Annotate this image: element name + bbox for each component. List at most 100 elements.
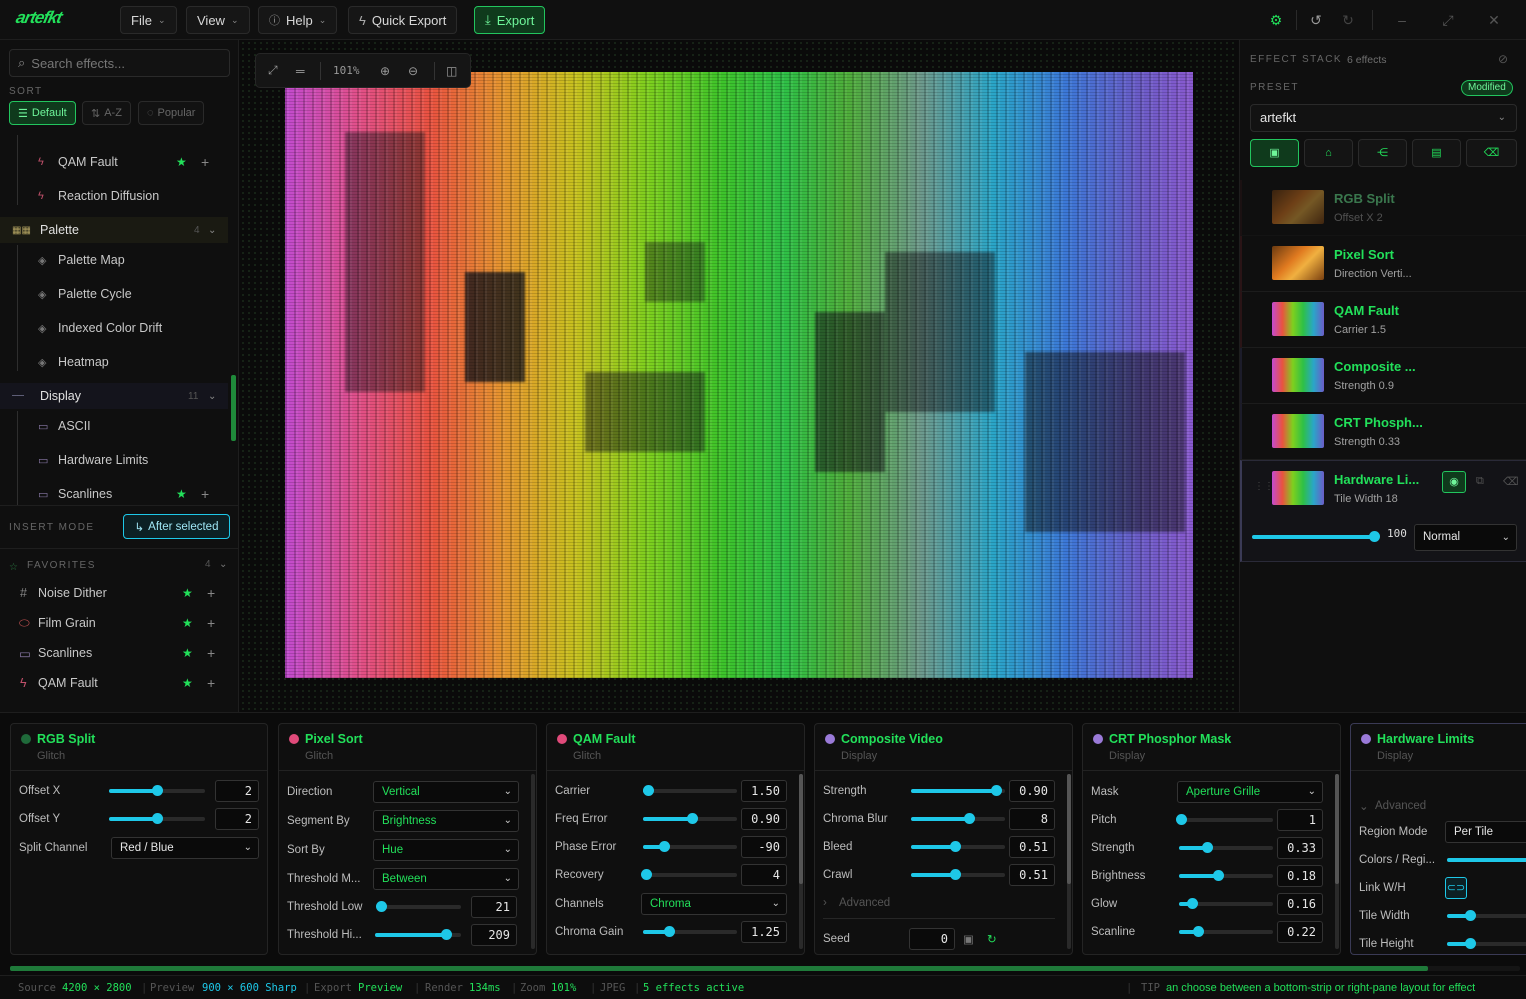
menu-view[interactable]: View ⌄ — [186, 6, 250, 34]
share-preset-button[interactable]: ⋲ — [1358, 139, 1407, 167]
add-effect-icon[interactable]: + — [207, 675, 215, 691]
split-view-icon[interactable]: ◫ — [446, 64, 457, 78]
phase-error-slider[interactable] — [643, 841, 737, 852]
threshold-low-slider[interactable] — [376, 901, 461, 912]
stack-item-pixel-sort[interactable]: Pixel Sort Direction Verti... — [1240, 236, 1526, 292]
save-preset-button[interactable]: ▣ — [1250, 139, 1299, 167]
stack-item-rgb-split[interactable]: RGB Split Offset X 2 — [1240, 180, 1526, 236]
tree-item-scanlines[interactable]: ▭ Scanlines ★ + — [0, 479, 228, 505]
pitch-slider[interactable] — [1175, 814, 1273, 825]
preview-image[interactable] — [285, 72, 1193, 678]
split-channel-select[interactable]: Red / Blue ⌄ — [111, 837, 259, 859]
freq-error-slider[interactable] — [643, 813, 737, 824]
favorite-star-icon[interactable]: ★ — [182, 616, 193, 630]
panel-scrollbar[interactable] — [531, 774, 535, 949]
glow-slider[interactable] — [1179, 898, 1273, 909]
crt-strength-slider[interactable] — [1179, 842, 1273, 853]
add-effect-icon[interactable]: + — [207, 615, 215, 631]
tree-item-palette-cycle[interactable]: ◈ Palette Cycle — [0, 279, 228, 309]
favorite-scanlines[interactable]: ▭ Scanlines ★ + — [0, 638, 230, 668]
add-effect-icon[interactable]: + — [207, 645, 215, 661]
crt-strength-input[interactable]: 0.33 — [1277, 837, 1323, 859]
offset-y-input[interactable]: 2 — [215, 808, 259, 830]
threshold-low-input[interactable]: 21 — [471, 896, 517, 918]
sort-popular-button[interactable]: ◌ Popular — [138, 101, 205, 125]
favorite-film-grain[interactable]: ⬭ Film Grain ★ + — [0, 608, 230, 638]
crawl-slider[interactable] — [911, 869, 1005, 880]
opacity-slider[interactable] — [1252, 531, 1380, 542]
minimize-icon[interactable]: – — [1392, 10, 1412, 30]
trash-icon[interactable]: ⌫ — [1503, 475, 1519, 488]
refresh-icon[interactable]: ↻ — [987, 932, 997, 946]
bookmark-preset-button[interactable]: ⌂ — [1304, 139, 1353, 167]
bleed-input[interactable]: 0.51 — [1009, 836, 1055, 858]
quick-export-button[interactable]: ϟ Quick Export — [348, 6, 458, 34]
advanced-toggle[interactable]: › Advanced — [823, 891, 1072, 915]
favorite-star-icon[interactable]: ★ — [182, 646, 193, 660]
paste-preset-button[interactable]: ▤ — [1412, 139, 1461, 167]
threshold-mode-select[interactable]: Between ⌄ — [373, 868, 519, 890]
strength-slider[interactable] — [911, 785, 1005, 796]
panel-scrollbar[interactable] — [1335, 774, 1339, 949]
threshold-high-input[interactable]: 209 — [471, 924, 517, 946]
tree-item-qam-fault[interactable]: ϟ QAM Fault ★ + — [0, 147, 228, 177]
delete-preset-button[interactable]: ⌫ — [1466, 139, 1517, 167]
colors-region-slider[interactable] — [1447, 858, 1526, 862]
phase-error-input[interactable]: -90 — [741, 836, 787, 858]
tree-item-heatmap[interactable]: ◈ Heatmap — [0, 347, 228, 377]
blend-mode-select[interactable]: Normal ⌄ — [1414, 524, 1517, 551]
panel-scrollbar[interactable] — [799, 774, 803, 949]
recovery-input[interactable]: 4 — [741, 864, 787, 886]
bleed-slider[interactable] — [911, 841, 1005, 852]
scanline-slider[interactable] — [1179, 926, 1273, 937]
scanline-input[interactable]: 0.22 — [1277, 921, 1323, 943]
favorite-star-icon[interactable]: ★ — [182, 676, 193, 690]
add-effect-icon[interactable]: + — [207, 585, 215, 601]
maximize-icon[interactable]: ⤢ — [1438, 10, 1458, 30]
category-display[interactable]: ┄┄ Display 11 ⌄ — [0, 383, 228, 409]
search-input[interactable]: ⌕ Search effects... — [9, 49, 230, 77]
stack-item-qam-fault[interactable]: QAM Fault Carrier 1.5 — [1240, 292, 1526, 348]
favorite-noise-dither[interactable]: # Noise Dither ★ + — [0, 578, 230, 608]
glow-input[interactable]: 0.16 — [1277, 893, 1323, 915]
zoom-in-icon[interactable]: ⊕ — [380, 64, 390, 78]
fit-screen-icon[interactable]: ⤢ — [268, 63, 278, 78]
visibility-toggle[interactable]: ◉ — [1442, 471, 1466, 493]
offset-x-input[interactable]: 2 — [215, 780, 259, 802]
sort-default-button[interactable]: ☰ Default — [9, 101, 76, 125]
stack-item-composite-video[interactable]: Composite ... Strength 0.9 — [1240, 348, 1526, 404]
add-effect-icon[interactable]: + — [201, 154, 209, 170]
stack-item-crt-phosphor[interactable]: CRT Phosph... Strength 0.33 — [1240, 404, 1526, 460]
panel-scrollbar[interactable] — [1067, 774, 1071, 949]
eye-off-icon[interactable]: ⊘ — [1498, 52, 1508, 66]
carrier-input[interactable]: 1.50 — [741, 780, 787, 802]
actual-size-icon[interactable]: ═ — [296, 64, 305, 78]
favorite-star-icon[interactable]: ★ — [176, 487, 187, 501]
advanced-toggle[interactable]: ⌄ Advanced — [1359, 794, 1526, 818]
canvas-area[interactable]: ⤢ ═ 101% ⊕ ⊖ ◫ — [240, 40, 1238, 712]
channels-select[interactable]: Chroma ⌄ — [641, 893, 787, 915]
sort-az-button[interactable]: ⇅ A-Z — [82, 101, 131, 125]
stack-item-hardware-limits[interactable]: ⋮⋮ Hardware Li... Tile Width 18 ◉ ⧉ ⌫ 10… — [1240, 460, 1526, 562]
export-button[interactable]: ⤓ Export — [474, 6, 546, 34]
recovery-slider[interactable] — [640, 869, 737, 880]
tree-item-hardware-limits[interactable]: ▭ Hardware Limits — [0, 445, 228, 475]
redo-icon[interactable]: ↻ — [1338, 10, 1358, 30]
offset-x-slider[interactable] — [109, 785, 205, 796]
zoom-out-icon[interactable]: ⊖ — [408, 64, 418, 78]
undo-icon[interactable]: ↺ — [1306, 10, 1326, 30]
zoom-level[interactable]: 101% — [333, 64, 360, 77]
menu-help[interactable]: ⓘ Help ⌄ — [258, 6, 338, 34]
offset-y-slider[interactable] — [109, 813, 205, 824]
menu-file[interactable]: File ⌄ — [120, 6, 177, 34]
tile-width-slider[interactable] — [1447, 910, 1526, 921]
region-mode-select[interactable]: Per Tile — [1445, 821, 1526, 843]
threshold-high-slider[interactable] — [375, 929, 461, 940]
mask-select[interactable]: Aperture Grille ⌄ — [1177, 781, 1323, 803]
strength-input[interactable]: 0.90 — [1009, 780, 1055, 802]
lock-icon[interactable]: ▣ — [963, 932, 974, 946]
sort-by-select[interactable]: Hue ⌄ — [373, 839, 519, 861]
tree-scrollbar[interactable] — [231, 135, 236, 505]
category-palette[interactable]: ▦▦ Palette 4 ⌄ — [0, 217, 228, 243]
bottom-horizontal-scrollbar[interactable] — [10, 966, 1520, 971]
